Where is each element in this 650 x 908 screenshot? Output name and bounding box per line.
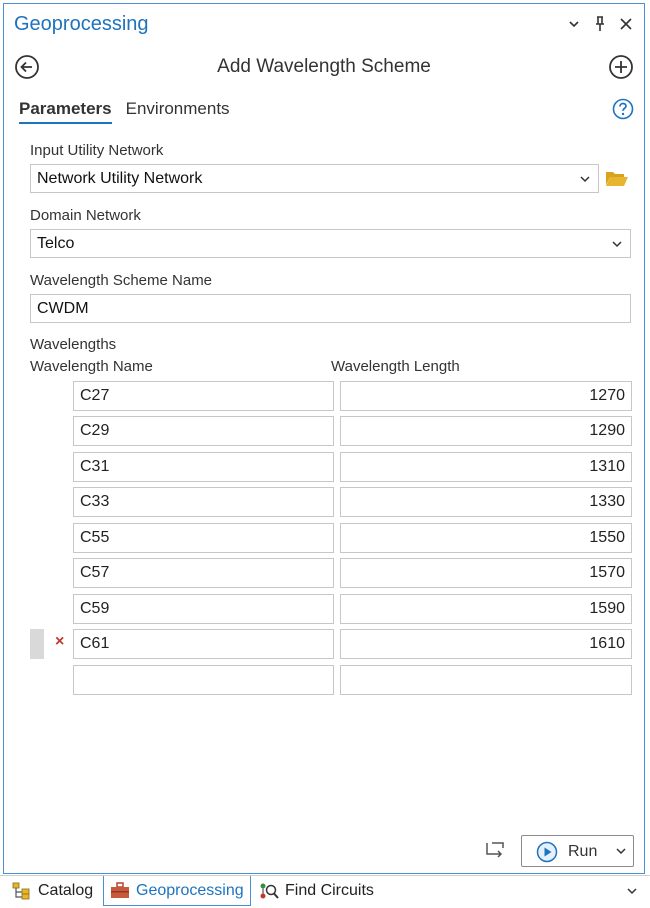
chevron-down-icon[interactable]	[578, 172, 592, 186]
help-icon	[612, 98, 634, 120]
table-row: C55 1550	[30, 523, 634, 553]
table-row: C31 1310	[30, 452, 634, 482]
tab-catalog[interactable]: Catalog	[6, 876, 99, 906]
catalog-icon	[12, 882, 32, 900]
wavelength-length-cell[interactable]: 1290	[340, 416, 632, 446]
tab-geoprocessing-label: Geoprocessing	[136, 881, 244, 899]
tab-environments[interactable]: Environments	[126, 99, 230, 124]
domain-network-value: Telco	[37, 234, 75, 252]
wavelength-length-header: Wavelength Length	[331, 358, 460, 375]
table-row-selected: × C61 1610	[30, 629, 634, 659]
find-circuits-icon	[259, 882, 279, 900]
row-handle[interactable]	[30, 629, 44, 659]
wavelength-name-cell[interactable]: C29	[73, 416, 334, 446]
wavelength-length-cell[interactable]: 1330	[340, 487, 632, 517]
wavelength-length-cell[interactable]: 1550	[340, 523, 632, 553]
table-row: C57 1570	[30, 558, 634, 588]
wavelength-length-cell[interactable]: 1610	[340, 629, 632, 659]
row-handle[interactable]	[30, 381, 44, 411]
pin-icon[interactable]	[592, 16, 608, 32]
wavelength-length-cell[interactable]: 1570	[340, 558, 632, 588]
wavelengths-label: Wavelengths	[30, 336, 117, 353]
close-icon[interactable]	[618, 16, 634, 32]
geoprocessing-pane: Geoprocessing Add Wavelength Scheme Para…	[3, 3, 645, 874]
back-button[interactable]	[14, 54, 40, 80]
scheme-name-label: Wavelength Scheme Name	[30, 272, 213, 289]
wavelength-name-cell[interactable]: C59	[73, 594, 334, 624]
tab-catalog-label: Catalog	[38, 882, 94, 899]
row-handle[interactable]	[30, 523, 44, 553]
input-network-label: Input Utility Network	[30, 142, 164, 159]
wavelength-name-cell[interactable]: C61	[73, 629, 334, 659]
tab-geoprocessing[interactable]: Geoprocessing	[103, 876, 251, 906]
delete-row-icon[interactable]: ×	[55, 634, 69, 650]
wavelength-name-cell[interactable]: C33	[73, 487, 334, 517]
browse-folder-icon[interactable]	[605, 168, 629, 188]
row-handle[interactable]	[30, 594, 44, 624]
pane-title-bar: Geoprocessing	[4, 4, 644, 48]
add-button[interactable]	[608, 54, 634, 80]
domain-network-label: Domain Network	[30, 207, 141, 224]
new-wavelength-length-cell[interactable]	[340, 665, 632, 695]
play-icon	[536, 841, 558, 863]
run-label: Run	[568, 843, 598, 860]
run-options-chevron-icon[interactable]	[615, 845, 627, 857]
wavelength-name-cell[interactable]: C27	[73, 381, 334, 411]
wavelength-length-cell[interactable]: 1270	[340, 381, 632, 411]
plus-circle-icon	[609, 55, 633, 79]
tab-find-circuits[interactable]: Find Circuits	[253, 876, 380, 906]
row-handle[interactable]	[30, 487, 44, 517]
wavelength-name-header: Wavelength Name	[30, 358, 153, 375]
tool-title: Add Wavelength Scheme	[217, 56, 431, 77]
table-row: C27 1270	[30, 381, 634, 411]
wavelength-length-cell[interactable]: 1590	[340, 594, 632, 624]
new-wavelength-name-cell[interactable]	[73, 665, 334, 695]
scheme-name-value: CWDM	[37, 299, 89, 317]
row-handle[interactable]	[30, 416, 44, 446]
help-button[interactable]	[612, 98, 634, 120]
scheme-name-input[interactable]: CWDM	[30, 294, 631, 323]
tool-header: Add Wavelength Scheme	[4, 48, 644, 88]
table-row: C33 1330	[30, 487, 634, 517]
dock-overflow-chevron-icon[interactable]	[626, 885, 638, 897]
pane-title: Geoprocessing	[14, 13, 149, 35]
table-row: C29 1290	[30, 416, 634, 446]
input-network-value: Network Utility Network	[37, 169, 203, 187]
wavelength-name-cell[interactable]: C55	[73, 523, 334, 553]
domain-network-dropdown[interactable]: Telco	[30, 229, 631, 258]
parameter-tabs: Parameters Environments	[19, 99, 230, 124]
swap-icon[interactable]	[484, 840, 506, 862]
tab-find-circuits-label: Find Circuits	[285, 882, 374, 899]
row-handle[interactable]	[30, 558, 44, 588]
table-row: C59 1590	[30, 594, 634, 624]
run-button[interactable]: Run	[521, 835, 634, 867]
table-row-new	[30, 665, 634, 695]
dock-tab-bar: Catalog Geoprocessing Find Circuits	[0, 875, 650, 908]
wavelength-name-cell[interactable]: C57	[73, 558, 334, 588]
row-handle[interactable]	[30, 452, 44, 482]
back-arrow-icon	[15, 55, 39, 79]
wavelength-length-cell[interactable]: 1310	[340, 452, 632, 482]
toolbox-icon	[110, 881, 130, 900]
chevron-down-icon[interactable]	[610, 237, 624, 251]
wavelength-name-cell[interactable]: C31	[73, 452, 334, 482]
input-network-dropdown[interactable]: Network Utility Network	[30, 164, 599, 193]
options-chevron-icon[interactable]	[566, 16, 582, 32]
tab-parameters[interactable]: Parameters	[19, 99, 112, 124]
